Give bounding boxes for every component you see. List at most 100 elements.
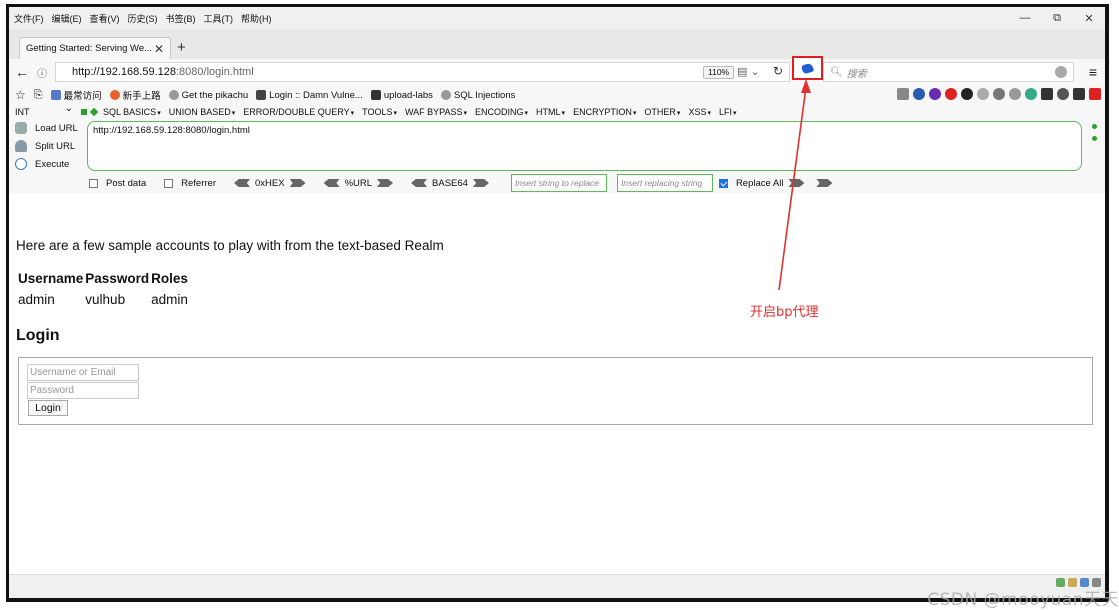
replacing-string-input[interactable]: Insert replacing string: [616, 174, 713, 192]
menu-bar: 文件(F) 编辑(E) 查看(V) 历史(S) 书签(B) 工具(T) 帮助(H…: [9, 7, 1105, 29]
window-controls: — ⧉ ✕: [1009, 7, 1105, 29]
bookmark-item[interactable]: upload-labs: [370, 90, 433, 101]
intro-text: Here are a few sample accounts to play w…: [16, 238, 444, 253]
zoom-level[interactable]: 110%: [703, 66, 735, 79]
hackbar-menu-encoding[interactable]: ENCODING: [475, 107, 528, 117]
replace-arrow-icon[interactable]: [816, 179, 833, 187]
hackbar-menu-union-based[interactable]: UNION BASED: [169, 107, 236, 117]
table-cell: admin: [151, 292, 188, 307]
hackbar-menu-other[interactable]: OTHER: [644, 107, 680, 117]
extension-icon[interactable]: [993, 88, 1005, 100]
extension-icon[interactable]: [1009, 88, 1021, 100]
hackbar-panel: Load URL Split URL Execute http://192.16…: [9, 119, 1105, 193]
star-icon[interactable]: ☆: [15, 88, 26, 102]
extension-icon[interactable]: [1025, 88, 1037, 100]
search-bar[interactable]: 🔍︎ 搜索: [823, 62, 1074, 82]
search-engine-icon[interactable]: [1055, 66, 1067, 78]
extension-icon[interactable]: [929, 88, 941, 100]
hackbar-menu-xss[interactable]: XSS: [688, 107, 711, 117]
bookmark-item[interactable]: 最常访问: [50, 88, 102, 102]
close-window-button[interactable]: ✕: [1073, 7, 1105, 29]
login-form: Username or Email Password Login: [18, 357, 1093, 425]
reader-view-icon[interactable]: ▤ ⌄: [737, 65, 760, 78]
menu-help[interactable]: 帮助(H): [241, 12, 272, 25]
base64-label: BASE64: [432, 177, 468, 189]
execute-label: Execute: [35, 158, 70, 170]
table-row: admin vulhub admin: [18, 290, 190, 307]
navigation-bar: ← http://192.168.59.128:8080/login.html …: [9, 56, 1105, 85]
hackbar-menu-lfi[interactable]: LFI: [719, 107, 737, 117]
hamburger-menu-icon[interactable]: ≡: [1089, 64, 1097, 80]
js-icon[interactable]: [1089, 88, 1101, 100]
bookmark-item[interactable]: Login :: Damn Vulne...: [256, 90, 363, 101]
password-input[interactable]: Password: [27, 382, 139, 399]
split-url-button[interactable]: Split URL: [15, 140, 75, 152]
load-url-icon: [15, 122, 27, 134]
hackbar-menu-encryption[interactable]: ENCRYPTION: [573, 107, 636, 117]
hackbar-url-textarea[interactable]: http://192.168.59.128:8080/login.html: [87, 121, 1082, 171]
decode-right-arrow-icon[interactable]: [472, 179, 489, 187]
decode-right-arrow-icon[interactable]: [289, 179, 306, 187]
login-button[interactable]: Login: [28, 400, 68, 416]
referrer-checkbox[interactable]: Referrer: [164, 178, 216, 189]
tab-close-icon[interactable]: ✕: [154, 42, 164, 56]
menu-tools[interactable]: 工具(T): [204, 12, 234, 25]
url-path: :8080/login.html: [175, 66, 254, 78]
url-bar[interactable]: http://192.168.59.128:8080/login.html: [55, 62, 790, 82]
extension-icon[interactable]: [977, 88, 989, 100]
shield-icon[interactable]: [961, 88, 973, 100]
encode-left-arrow-icon[interactable]: [323, 179, 340, 187]
bookmark-item[interactable]: 新手上路: [109, 88, 161, 102]
adblock-icon[interactable]: [945, 88, 957, 100]
hackbar-menu-error-double-query[interactable]: ERROR/DOUBLE QUERY: [243, 107, 354, 117]
encode-left-arrow-icon[interactable]: [233, 179, 250, 187]
download-icon[interactable]: [1041, 88, 1053, 100]
bookmark-label: Login :: Damn Vulne...: [269, 89, 363, 101]
login-heading: Login: [16, 327, 60, 344]
menu-bookmarks[interactable]: 书签(B): [166, 12, 196, 25]
bookmark-label: SQL Injections: [453, 89, 516, 101]
restore-button[interactable]: ⧉: [1041, 7, 1073, 29]
extension-icon[interactable]: [913, 88, 925, 100]
new-tab-button[interactable]: +: [177, 39, 186, 56]
menu-history[interactable]: 历史(S): [128, 12, 158, 25]
post-data-checkbox[interactable]: Post data: [89, 178, 146, 189]
username-input[interactable]: Username or Email: [27, 364, 139, 381]
decode-right-arrow-icon[interactable]: [377, 179, 394, 187]
proxy-toggle-icon: [800, 62, 815, 74]
minimize-button[interactable]: —: [1009, 7, 1041, 29]
hackbar-menu-waf-bypass[interactable]: WAF BYPASS: [405, 107, 467, 117]
folder-icon: [370, 90, 381, 100]
extension-icon[interactable]: [897, 88, 909, 100]
replace-arrow-icon[interactable]: [788, 179, 805, 187]
bookmarks-toolbar: ☆ ⎘ 最常访问 新手上路 Get the pikachu Login :: D…: [9, 85, 1105, 105]
encode-left-arrow-icon[interactable]: [411, 179, 428, 187]
insert-string-input[interactable]: Insert string to replace: [510, 174, 607, 192]
clipboard-icon[interactable]: ⎘: [34, 89, 43, 102]
menu-items: 文件(F) 编辑(E) 查看(V) 历史(S) 书签(B) 工具(T) 帮助(H…: [9, 12, 272, 25]
checkbox-box-checked: [718, 178, 728, 188]
bookmark-item[interactable]: Get the pikachu: [168, 90, 248, 101]
extension-icon[interactable]: [1057, 88, 1069, 100]
replace-all-checkbox[interactable]: Replace All: [718, 178, 805, 189]
home-icon[interactable]: [1073, 88, 1085, 100]
back-button[interactable]: ←: [13, 63, 31, 81]
load-url-button[interactable]: Load URL: [15, 122, 78, 134]
table-cell: vulhub: [85, 292, 126, 307]
hackbar-menu-html[interactable]: HTML: [536, 107, 565, 117]
reload-icon[interactable]: ↻: [773, 64, 783, 78]
hackbar-menu-tools[interactable]: TOOLS: [362, 107, 397, 117]
burp-proxy-extension-button[interactable]: [792, 56, 823, 80]
hackbar-menu-sql-basics[interactable]: SQL BASICS: [103, 107, 161, 117]
tab-title: Getting Started: Serving We...: [26, 43, 153, 54]
bookmark-item[interactable]: SQL Injections: [440, 89, 516, 101]
site-info-icon[interactable]: ⓘ: [37, 65, 47, 80]
execute-button[interactable]: Execute: [15, 158, 69, 170]
load-url-label: Load URL: [35, 122, 78, 134]
active-tab[interactable]: Getting Started: Serving We... ✕: [19, 37, 171, 59]
menu-edit[interactable]: 编辑(E): [52, 12, 82, 25]
menu-view[interactable]: 查看(V): [90, 12, 120, 25]
hackbar-type-select[interactable]: INT: [9, 103, 75, 117]
menu-file[interactable]: 文件(F): [14, 12, 44, 25]
annotation-label: 开启bp代理: [750, 305, 819, 320]
